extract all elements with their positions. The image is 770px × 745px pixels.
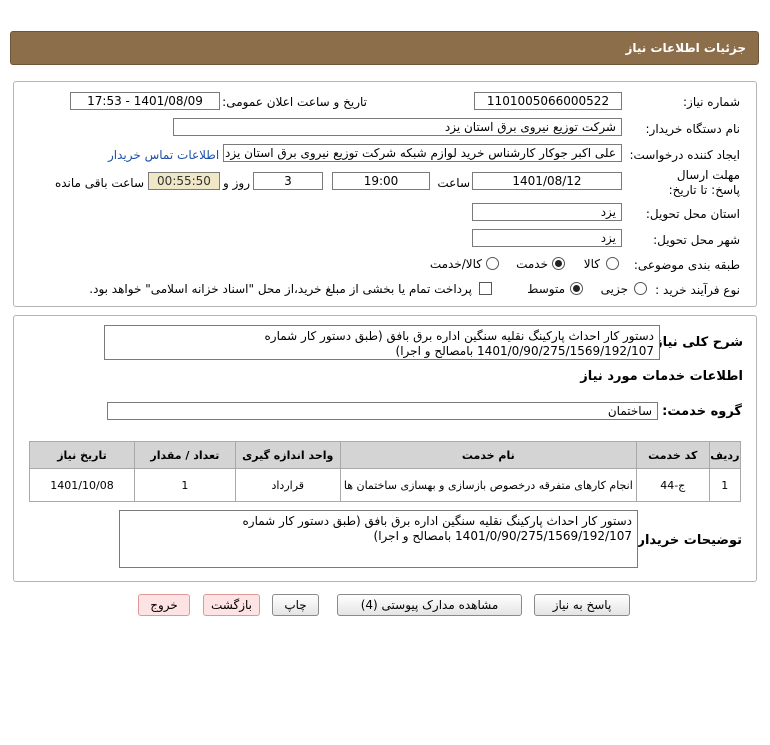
delivery-province-field: یزد — [472, 203, 622, 221]
deadline-time-label: ساعت — [437, 176, 470, 190]
remaining-time-field: 00:55:50 — [148, 172, 220, 190]
process-minor-label: جزیی — [600, 282, 628, 296]
col-quantity: تعداد / مقدار — [134, 441, 236, 469]
buyer-notes-label: توضیحات خریدار: — [632, 533, 742, 548]
col-need-date: تاریخ نیاز — [29, 441, 135, 469]
delivery-city-label: شهر محل تحویل: — [653, 233, 740, 247]
cell-service-code: ج-44 — [635, 468, 710, 502]
days-label: روز و — [223, 176, 250, 190]
category-goods-service-label: کالا/خدمت — [429, 257, 482, 271]
summary-label: شرح کلی نیاز: — [649, 335, 743, 350]
buyer-contact-link[interactable]: اطلاعات تماس خریدار — [108, 148, 219, 162]
requester-label: ایجاد کننده درخواست: — [629, 148, 740, 162]
service-group-label: گروه خدمت: — [662, 404, 742, 419]
category-service-radio[interactable] — [552, 257, 565, 270]
page: جزئیات اطلاعات نیاز 010101 ParsNamadData… — [0, 0, 770, 745]
need-details-panel — [13, 81, 757, 307]
category-goods-radio[interactable] — [606, 257, 619, 270]
process-minor-radio[interactable] — [634, 282, 647, 295]
process-medium-radio[interactable] — [570, 282, 583, 295]
page-header: جزئیات اطلاعات نیاز — [10, 31, 759, 65]
deadline-time-field: 19:00 — [332, 172, 430, 190]
buyer-org-label: نام دستگاه خریدار: — [645, 122, 741, 136]
treasury-payment-note: پرداخت تمام یا بخشی از مبلغ خرید،از محل … — [89, 282, 472, 296]
delivery-city-field: یزد — [472, 229, 622, 247]
delivery-province-label: استان محل تحویل: — [645, 207, 740, 221]
requester-field: علی اکبر جوکار کارشناس خرید لوازم شبکه ش… — [223, 144, 622, 162]
service-group-field: ساختمان — [107, 402, 658, 420]
category-goods-label: کالا — [583, 257, 600, 271]
summary-text: دستور کار احداث پارکینگ نقلیه سنگین ادار… — [104, 325, 660, 360]
table-row: 1 ج-44 انجام کارهای متفرقه درخصوص بازساز… — [29, 468, 742, 502]
days-field: 3 — [253, 172, 323, 190]
category-service-label: خدمت — [516, 257, 548, 271]
process-medium-label: متوسط — [527, 282, 565, 296]
need-number-field: 1101005066000522 — [474, 92, 622, 110]
back-button[interactable]: بازگشت — [203, 594, 260, 616]
services-table: ردیف کد خدمت نام خدمت واحد اندازه گیری ت… — [29, 441, 742, 502]
announce-label: تاریخ و ساعت اعلان عمومی: — [222, 95, 367, 109]
exit-button[interactable]: خروج — [138, 594, 190, 616]
deadline-date-field: 1401/08/12 — [472, 172, 622, 190]
need-number-label: شماره نیاز: — [683, 95, 740, 109]
category-label: طبقه بندی موضوعی: — [633, 258, 740, 272]
announce-field: 1401/08/09 - 17:53 — [70, 92, 220, 110]
view-attachments-button[interactable]: مشاهده مدارک پیوستی (4) — [337, 594, 522, 616]
table-header-row: ردیف کد خدمت نام خدمت واحد اندازه گیری ت… — [29, 441, 742, 469]
col-unit: واحد اندازه گیری — [234, 441, 341, 469]
category-goods-service-radio[interactable] — [486, 257, 499, 270]
cell-row-number: 1 — [708, 468, 742, 502]
cell-need-date: 1401/10/08 — [29, 468, 135, 502]
cell-unit: قرارداد — [234, 468, 341, 502]
buyer-org-field: شرکت توزیع نیروی برق استان یزد — [173, 118, 622, 136]
cell-quantity: 1 — [134, 468, 236, 502]
reply-button[interactable]: پاسخ به نیاز — [534, 594, 630, 616]
services-section-title: اطلاعات خدمات مورد نیاز — [580, 369, 743, 384]
treasury-payment-checkbox[interactable] — [479, 282, 492, 295]
remaining-label: ساعت باقی مانده — [54, 176, 144, 190]
page-title: جزئیات اطلاعات نیاز — [625, 41, 746, 55]
cell-service-name: انجام کارهای متفرقه درخصوص بازسازی و بهس… — [339, 468, 637, 502]
print-button[interactable]: چاپ — [272, 594, 319, 616]
buyer-notes-text: دستور کار احداث پارکینگ نقلیه سنگین ادار… — [119, 510, 638, 568]
deadline-label: مهلت ارسال پاسخ: تا تاریخ: — [668, 168, 740, 197]
col-service-code: کد خدمت — [635, 441, 710, 469]
col-service-name: نام خدمت — [339, 441, 637, 469]
col-row-number: ردیف — [708, 441, 742, 469]
process-label: نوع فرآیند خرید : — [655, 283, 740, 297]
